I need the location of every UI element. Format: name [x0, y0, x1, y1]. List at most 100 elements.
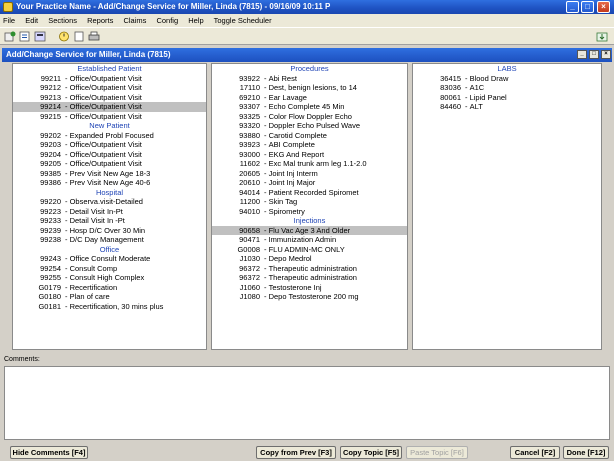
- service-item[interactable]: 94010- Spirometry: [212, 207, 407, 217]
- service-item[interactable]: 94014- Patient Recorded Spiromet: [212, 188, 407, 198]
- service-item[interactable]: 93320- Doppler Echo Pulsed Wave: [212, 121, 407, 131]
- service-item[interactable]: 99243- Office Consult Moderate: [13, 254, 206, 264]
- service-item[interactable]: 93923- ABI Complete: [212, 140, 407, 150]
- service-item[interactable]: J1060- Testosterone Inj: [212, 283, 407, 293]
- paste-topic-button[interactable]: Paste Topic [F6]: [406, 446, 468, 459]
- menu-file[interactable]: File: [3, 16, 15, 25]
- service-code: 20610: [239, 178, 260, 187]
- service-item[interactable]: 99220- Observa.visit-Detailed: [13, 197, 206, 207]
- export-icon[interactable]: [596, 31, 608, 42]
- service-item[interactable]: 96372- Therapeutic administration: [212, 273, 407, 283]
- service-description: Prev Visit New Age 18-3: [69, 168, 151, 178]
- service-code: 99214: [40, 102, 61, 111]
- service-item[interactable]: 99386- Prev Visit New Age 40-6: [13, 178, 206, 188]
- service-item[interactable]: 69210- Ear Lavage: [212, 93, 407, 103]
- minimize-icon[interactable]: _: [566, 1, 579, 13]
- service-item[interactable]: 99213- Office/Outpatient Visit: [13, 93, 206, 103]
- print-icon[interactable]: [88, 31, 100, 42]
- service-item[interactable]: 93000- EKG And Report: [212, 150, 407, 160]
- done-button[interactable]: Done [F12]: [563, 446, 609, 459]
- service-item[interactable]: 99223- Detail Visit In-Pt: [13, 207, 206, 217]
- cancel-button[interactable]: Cancel [F2]: [510, 446, 560, 459]
- hide-comments-button[interactable]: Hide Comments [F4]: [10, 446, 88, 459]
- dialog-maximize-icon[interactable]: □: [589, 50, 599, 59]
- service-item[interactable]: 93880- Carotid Complete: [212, 131, 407, 141]
- service-item[interactable]: 99204- Office/Outpatient Visit: [13, 150, 206, 160]
- service-item[interactable]: 11602- Exc Mal trunk arm leg 1.1-2.0: [212, 159, 407, 169]
- copy-topic-button[interactable]: Copy Topic [F5]: [340, 446, 402, 459]
- service-item[interactable]: 80061- Lipid Panel: [413, 93, 601, 103]
- menu-toggle-scheduler[interactable]: Toggle Scheduler: [214, 16, 272, 25]
- service-item[interactable]: 93922- Abi Rest: [212, 74, 407, 84]
- patient-list-icon[interactable]: [34, 31, 46, 42]
- service-item[interactable]: G0008- FLU ADMIN-MC ONLY: [212, 245, 407, 255]
- service-description: Spirometry: [268, 206, 305, 216]
- dialog-minimize-icon[interactable]: _: [577, 50, 587, 59]
- service-item[interactable]: J1080- Depo Testosterone 200 mg: [212, 292, 407, 302]
- scheduler-icon[interactable]: [58, 31, 70, 42]
- menu-claims[interactable]: Claims: [123, 16, 146, 25]
- copy-from-prev-button[interactable]: Copy from Prev [F3]: [256, 446, 336, 459]
- service-description: Abi Rest: [268, 73, 297, 83]
- dialog-close-icon[interactable]: ×: [601, 50, 611, 59]
- document-icon[interactable]: [73, 31, 85, 42]
- service-item[interactable]: G0179- Recertification: [13, 283, 206, 293]
- service-description: EKG And Report: [268, 149, 325, 159]
- service-item[interactable]: 20605- Joint Inj Interm: [212, 169, 407, 179]
- service-item[interactable]: 84460- ALT: [413, 102, 601, 112]
- service-item[interactable]: 99203- Office/Outpatient Visit: [13, 140, 206, 150]
- service-item[interactable]: 99205- Office/Outpatient Visit: [13, 159, 206, 169]
- menu-config[interactable]: Config: [156, 16, 178, 25]
- service-item[interactable]: 99238- D/C Day Management: [13, 235, 206, 245]
- service-item[interactable]: 99212- Office/Outpatient Visit: [13, 83, 206, 93]
- close-icon[interactable]: ×: [597, 1, 610, 13]
- service-code: 99213: [40, 92, 61, 102]
- menu-sections[interactable]: Sections: [48, 16, 77, 25]
- maximize-icon[interactable]: □: [581, 1, 594, 13]
- service-description: Consult High Complex: [69, 273, 145, 282]
- service-item[interactable]: 36415- Blood Draw: [413, 74, 601, 84]
- service-code: 93000: [239, 149, 260, 159]
- service-item[interactable]: 99385- Prev Visit New Age 18-3: [13, 169, 206, 179]
- service-item[interactable]: G0180- Plan of care: [13, 292, 206, 302]
- service-item[interactable]: 99202- Expanded Probl Focused: [13, 131, 206, 141]
- service-code: 93307: [239, 102, 260, 111]
- service-item[interactable]: 99211- Office/Outpatient Visit: [13, 74, 206, 84]
- open-record-icon[interactable]: [19, 31, 31, 42]
- service-item[interactable]: 99214- Office/Outpatient Visit: [13, 102, 206, 112]
- service-item[interactable]: 11200- Skin Tag: [212, 197, 407, 207]
- menu-edit[interactable]: Edit: [25, 16, 38, 25]
- service-item[interactable]: 93307- Echo Complete 45 Min: [212, 102, 407, 112]
- service-description: Joint Inj Interm: [268, 168, 318, 178]
- service-code: 93325: [239, 111, 260, 121]
- service-code: 96372: [239, 263, 260, 273]
- service-item[interactable]: 99254- Consult Comp: [13, 264, 206, 274]
- service-item[interactable]: 17110- Dest, benign lesions, to 14: [212, 83, 407, 93]
- service-item[interactable]: 93325- Color Flow Doppler Echo: [212, 112, 407, 122]
- service-item[interactable]: G0181- Recertification, 30 mins plus: [13, 302, 206, 312]
- menu-reports[interactable]: Reports: [87, 16, 113, 25]
- section-heading: Office: [99, 244, 120, 254]
- service-item[interactable]: 99233- Detail Visit In -Pt: [13, 216, 206, 226]
- service-code: 99385: [40, 168, 61, 178]
- service-item[interactable]: 90471- Immunization Admin: [212, 235, 407, 245]
- service-item[interactable]: 83036- A1C: [413, 83, 601, 93]
- menu-help[interactable]: Help: [188, 16, 203, 25]
- service-item[interactable]: J1030- Depo Medrol: [212, 254, 407, 264]
- comments-field[interactable]: [4, 366, 610, 440]
- service-code: 99223: [40, 206, 61, 216]
- window-titlebar: Your Practice Name - Add/Change Service …: [0, 0, 614, 14]
- service-item[interactable]: 99239- Hosp D/C Over 30 Min: [13, 226, 206, 236]
- service-item[interactable]: 20610- Joint Inj Major: [212, 178, 407, 188]
- service-description: Detail Visit In-Pt: [69, 206, 123, 216]
- service-item[interactable]: 99215- Office/Outpatient Visit: [13, 112, 206, 122]
- service-item[interactable]: 96372- Therapeutic administration: [212, 264, 407, 274]
- service-description: Joint Inj Major: [268, 178, 316, 187]
- service-description: FLU ADMIN-MC ONLY: [268, 244, 345, 254]
- service-item[interactable]: 99255- Consult High Complex: [13, 273, 206, 283]
- service-description: Office/Outpatient Visit: [69, 140, 142, 149]
- services-panel-left: Established Patient 99211- Office/Outpati…: [12, 63, 207, 350]
- new-record-icon[interactable]: [4, 31, 16, 42]
- service-description: Recertification: [69, 282, 118, 292]
- service-item[interactable]: 90658- Flu Vac Age 3 And Older: [212, 225, 407, 235]
